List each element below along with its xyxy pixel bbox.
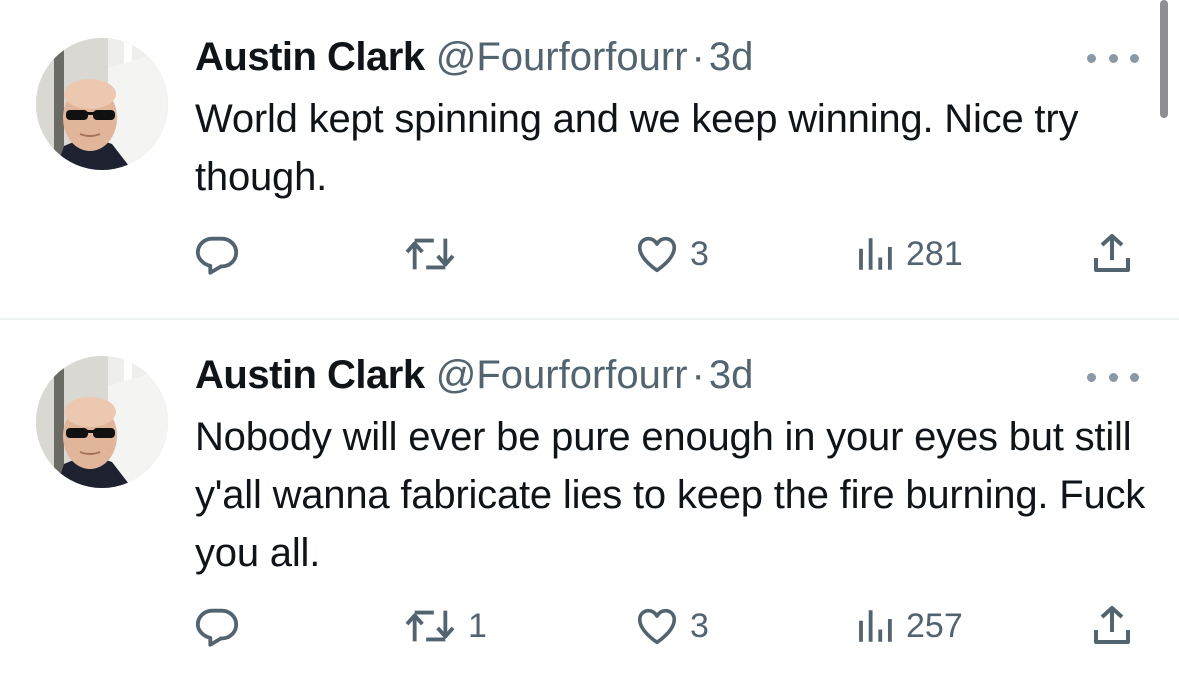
views-button[interactable]: 257 bbox=[854, 600, 963, 652]
tweet-text: Nobody will ever be pure enough in your … bbox=[195, 415, 1146, 575]
tweet-header: Austin Clark @Fourforfourr · 3d bbox=[195, 352, 753, 398]
retweet-button[interactable]: 1 bbox=[402, 600, 487, 652]
author-handle[interactable]: @Fourforfourr bbox=[436, 35, 688, 79]
reply-button[interactable] bbox=[194, 600, 240, 652]
heart-icon bbox=[637, 236, 677, 273]
share-icon bbox=[1094, 234, 1130, 272]
views-icon bbox=[859, 238, 892, 270]
reply-button[interactable] bbox=[194, 228, 240, 280]
tweet-actions: 3 281 bbox=[0, 228, 1179, 280]
tweet-actions: 1 3 257 bbox=[0, 600, 1179, 652]
tweet[interactable]: Austin Clark @Fourforfourr · 3d World kept… bbox=[0, 0, 1179, 319]
heart-icon bbox=[637, 608, 677, 645]
reply-icon bbox=[195, 236, 239, 275]
retweet-icon bbox=[405, 238, 455, 270]
views-count: 257 bbox=[906, 606, 963, 645]
author-handle[interactable]: @Fourforfourr bbox=[436, 353, 688, 397]
avatar[interactable] bbox=[36, 38, 168, 170]
reply-icon bbox=[195, 608, 239, 647]
share-button[interactable] bbox=[1088, 600, 1136, 652]
like-button[interactable]: 3 bbox=[634, 600, 709, 652]
separator-dot: · bbox=[691, 353, 705, 397]
share-button[interactable] bbox=[1088, 228, 1136, 280]
like-count: 3 bbox=[690, 234, 709, 273]
retweet-icon bbox=[405, 610, 455, 642]
author-name[interactable]: Austin Clark bbox=[195, 353, 425, 397]
timestamp[interactable]: 3d bbox=[709, 353, 754, 397]
retweet-count: 1 bbox=[468, 606, 487, 645]
views-icon bbox=[859, 610, 892, 642]
more-icon[interactable] bbox=[1087, 48, 1139, 68]
share-icon bbox=[1094, 606, 1130, 644]
tweet-header: Austin Clark @Fourforfourr · 3d bbox=[195, 34, 753, 80]
like-button[interactable]: 3 bbox=[634, 228, 709, 280]
avatar[interactable] bbox=[36, 356, 168, 488]
views-count: 281 bbox=[906, 234, 963, 273]
tweet-text: World kept spinning and we keep winning.… bbox=[195, 97, 1079, 199]
more-icon[interactable] bbox=[1087, 367, 1139, 387]
author-name[interactable]: Austin Clark bbox=[195, 35, 425, 79]
timestamp[interactable]: 3d bbox=[709, 35, 754, 79]
views-button[interactable]: 281 bbox=[854, 228, 963, 280]
like-count: 3 bbox=[690, 606, 709, 645]
retweet-button[interactable] bbox=[402, 228, 468, 280]
separator-dot: · bbox=[691, 35, 705, 79]
tweet[interactable]: Austin Clark @Fourforfourr · 3d Nobody wil… bbox=[0, 320, 1179, 685]
